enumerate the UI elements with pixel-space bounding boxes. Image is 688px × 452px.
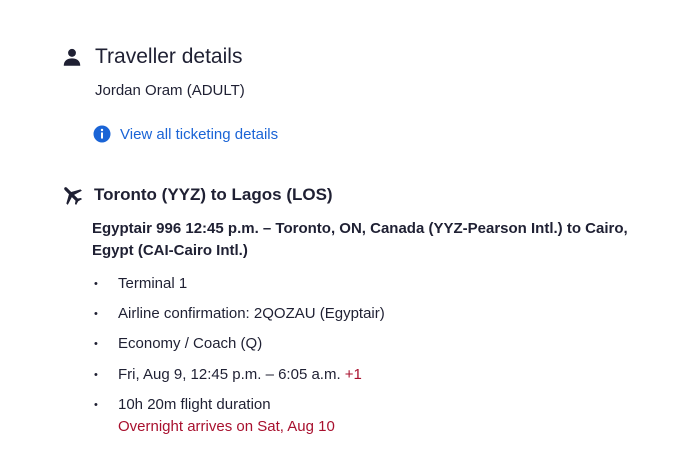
- list-item: • Economy / Coach (Q): [92, 333, 385, 355]
- flight-route-title: Toronto (YYZ) to Lagos (LOS): [94, 185, 333, 204]
- list-item: • 10h 20m flight duration Overnight arri…: [92, 394, 385, 438]
- airplane-icon: [64, 187, 83, 206]
- cabin-class-text: Economy / Coach (Q): [118, 335, 263, 353]
- flight-times-text: Fri, Aug 9, 12:45 p.m. – 6:05 a.m.: [118, 365, 341, 383]
- list-item: • Terminal 1: [92, 273, 385, 295]
- list-item: • Fri, Aug 9, 12:45 p.m. – 6:05 a.m. +1: [92, 364, 385, 386]
- day-offset-badge: +1: [344, 365, 362, 383]
- overnight-arrival-note: Overnight arrives on Sat, Aug 10: [118, 417, 335, 435]
- info-icon: [93, 125, 111, 143]
- bullet: •: [94, 338, 98, 351]
- traveller-section-header: Traveller details: [61, 45, 242, 69]
- view-ticketing-details-link[interactable]: View all ticketing details: [93, 125, 278, 143]
- bullet: •: [94, 308, 98, 321]
- airline-confirmation-text: Airline confirmation: 2QOZAU (Egyptair): [118, 305, 385, 323]
- bullet: •: [94, 398, 98, 411]
- person-icon: [63, 48, 81, 66]
- bullet: •: [94, 368, 98, 381]
- flight-details-list: • Terminal 1 • Airline confirmation: 2QO…: [92, 273, 385, 446]
- traveller-name: Jordan Oram (ADULT): [95, 82, 245, 99]
- flight-duration-text: 10h 20m flight duration: [118, 395, 271, 413]
- flight-section-header: Toronto (YYZ) to Lagos (LOS): [60, 183, 333, 207]
- flight-segment-summary: Egyptair 996 12:45 p.m. – Toronto, ON, C…: [92, 220, 628, 259]
- traveller-section-title: Traveller details: [95, 45, 243, 68]
- terminal-text: Terminal 1: [118, 275, 188, 292]
- trip-details-panel: Traveller details Jordan Oram (ADULT) Vi…: [0, 0, 688, 452]
- bullet: •: [94, 278, 98, 290]
- list-item: • Airline confirmation: 2QOZAU (Egyptair…: [92, 303, 385, 325]
- view-ticketing-details-label[interactable]: View all ticketing details: [120, 126, 278, 143]
